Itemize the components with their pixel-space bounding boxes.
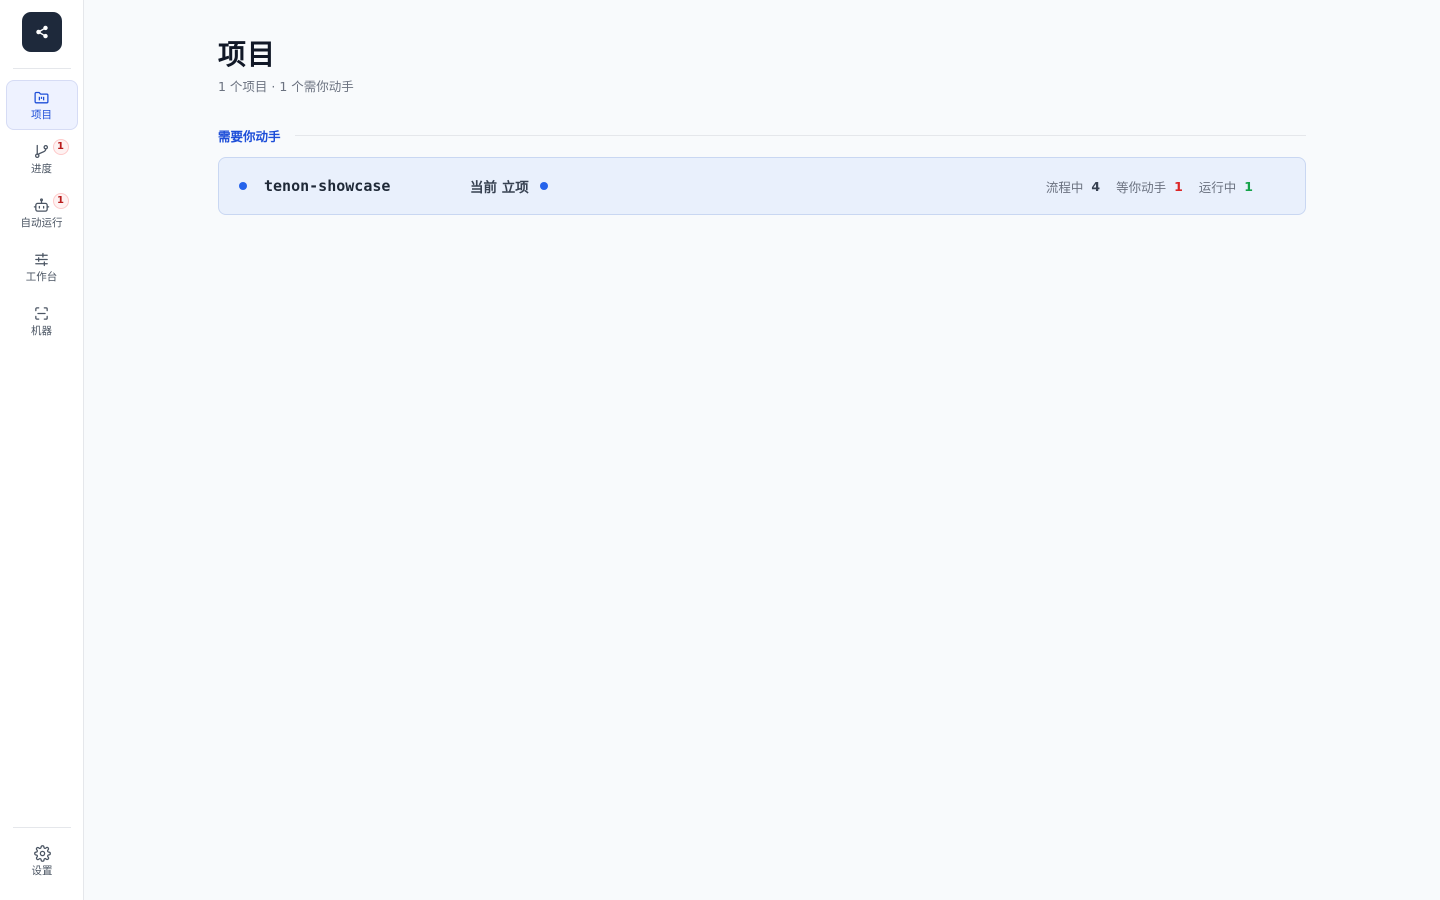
project-card[interactable]: tenon-showcase 当前 立项 流程中 4 等你动手 1 运行中 1 [218,157,1306,215]
stat-awaiting-you: 等你动手 1 [1116,177,1183,196]
sidebar-item-auto-run[interactable]: 1 自动运行 [6,188,78,238]
sidebar-item-label: 工作台 [25,270,58,283]
sidebar-item-label: 机器 [31,324,52,337]
sidebar-divider [12,68,71,69]
sidebar-divider [13,827,71,828]
sidebar-item-label: 设置 [31,864,53,877]
notification-badge: 1 [52,193,69,209]
app-logo[interactable] [21,12,62,52]
page-subtitle: 1 个项目 · 1 个需你动手 [218,79,354,94]
notification-badge: 1 [52,139,69,155]
stat-in-flow: 流程中 4 [1046,177,1100,196]
stat-value: 1 [1174,178,1183,194]
sidebar-item-workbench[interactable]: 工作台 [6,242,78,292]
sidebar-item-progress[interactable]: 1 进度 [6,134,78,184]
folder-icon [34,91,49,103]
stat-running: 运行中 1 [1199,177,1253,196]
status-dot [239,182,247,190]
main-content: 项目 1 个项目 · 1 个需你动手 需要你动手 tenon-showcase … [84,0,1440,900]
section-divider [294,134,1306,136]
sidebar-item-label: 自动运行 [20,216,63,229]
sidebar-item-settings[interactable]: 设置 [6,836,78,886]
stage-dot [539,182,548,190]
page-title: 项目 [218,38,277,71]
stat-value: 4 [1091,178,1101,194]
gear-icon [33,844,51,862]
sidebar-bottom: 设置 [0,827,84,900]
sidebar-item-machines[interactable]: 机器 [6,296,78,346]
stat-value: 1 [1244,178,1253,194]
project-stage: 当前 立项 [470,180,529,196]
project-stats: 流程中 4 等你动手 1 运行中 1 [1030,177,1253,196]
stat-label: 等你动手 [1116,179,1167,195]
bot-icon [33,197,50,212]
scan-icon [35,306,48,320]
git-branch-icon [34,144,49,158]
sidebar-nav: 项目 1 进度 1 自动运行 工作台 机器 [0,80,83,350]
sidebar-item-label: 进度 [31,162,52,175]
project-name: tenon-showcase [264,177,391,195]
stat-label: 运行中 [1198,179,1237,195]
share-icon [35,25,48,39]
sliders-icon [35,252,48,266]
section-label: 需要你动手 [218,128,281,144]
app-root: 项目 1 进度 1 自动运行 工作台 机器 设置 项目 1 个项目 · 1 个需… [0,0,1440,900]
stat-label: 流程中 [1045,179,1084,195]
sidebar: 项目 1 进度 1 自动运行 工作台 机器 设置 [0,0,84,900]
section-header: 需要你动手 [218,126,1306,144]
sidebar-item-projects[interactable]: 项目 [5,80,78,130]
sidebar-item-label: 项目 [31,108,52,121]
